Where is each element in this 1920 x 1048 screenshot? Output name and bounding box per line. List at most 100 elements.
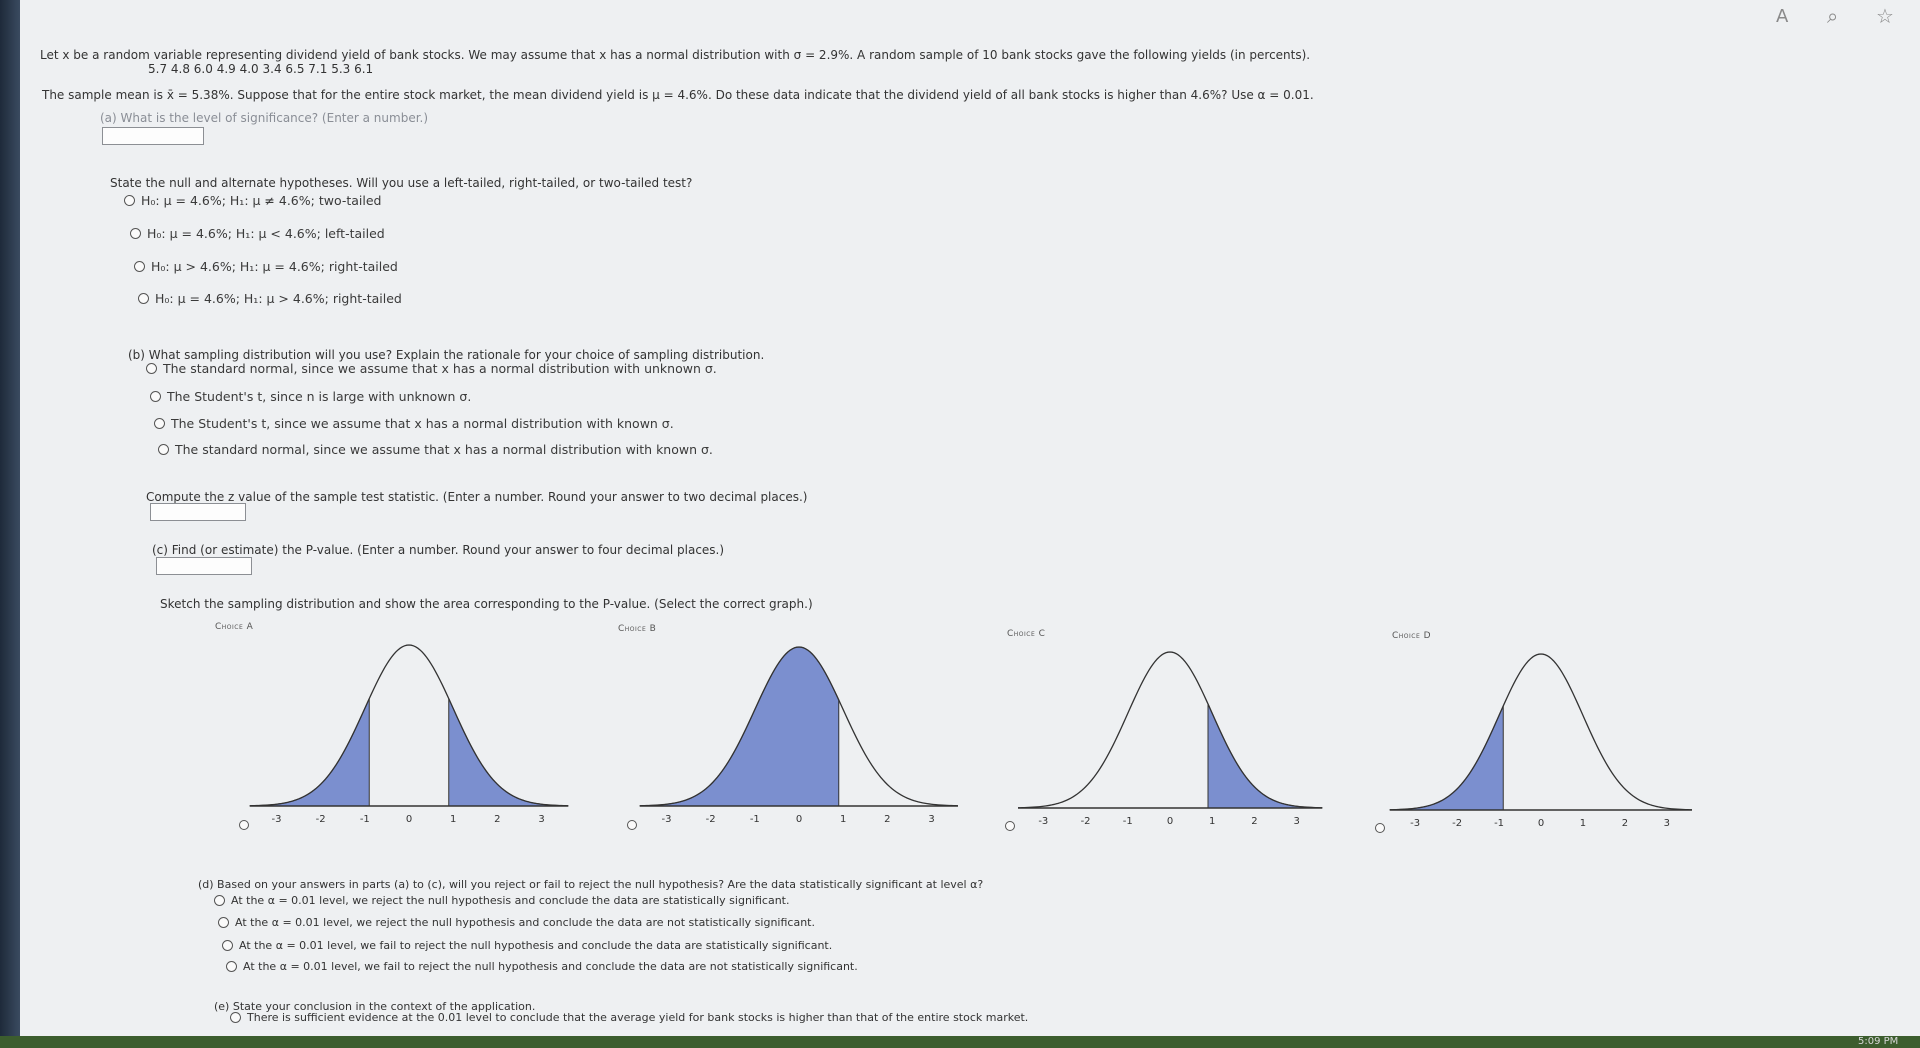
- tick-label-2-6: 3: [1293, 816, 1299, 827]
- radio-icon[interactable]: [134, 261, 145, 272]
- option-label: The Student's t, since n is large with u…: [167, 389, 472, 404]
- radio-icon[interactable]: [218, 916, 229, 928]
- significance-input[interactable]: [102, 127, 204, 145]
- conclusion-option-1[interactable]: At the α = 0.01 level, we reject the nul…: [214, 894, 789, 907]
- hypothesis-option-4[interactable]: H₀: μ = 4.6%; H₁: μ > 4.6%; right-tailed: [138, 291, 402, 306]
- part-c-question: (c) Find (or estimate) the P-value. (Ent…: [152, 543, 725, 557]
- clock: 5:09 PM: [1858, 1036, 1899, 1047]
- shaded-area-1-0: [639, 646, 840, 807]
- tick-label-2-4: 1: [1209, 816, 1215, 827]
- choice-b-label: Choice B: [618, 624, 657, 634]
- tick-label-1-2: -1: [750, 814, 760, 825]
- radio-icon[interactable]: [146, 363, 157, 374]
- normal-curve-3: [1389, 653, 1693, 811]
- shaded-area-3-0: [1389, 705, 1504, 811]
- tick-label-2-0: -3: [1038, 816, 1048, 827]
- tick-label-3-4: 1: [1580, 818, 1586, 829]
- tick-label-0-3: 0: [406, 814, 412, 825]
- radio-icon[interactable]: [230, 1011, 241, 1023]
- graph-radio-2: [1005, 821, 1015, 831]
- graph-radio-0: [239, 820, 249, 830]
- tick-label-2-3: 0: [1167, 816, 1173, 827]
- conclusion-option-3[interactable]: At the α = 0.01 level, we fail to reject…: [222, 939, 832, 952]
- z-value-input[interactable]: [150, 503, 246, 521]
- part-b-question: (b) What sampling distribution will you …: [128, 348, 765, 362]
- tick-label-3-1: -2: [1452, 818, 1462, 829]
- tick-label-1-1: -2: [706, 814, 716, 825]
- radio-icon[interactable]: [214, 894, 225, 906]
- data-values: 5.7 4.8 6.0 4.9 4.0 3.4 6.5 7.1 5.3 6.1: [148, 62, 374, 76]
- tick-label-3-6: 3: [1664, 818, 1670, 829]
- normal-curve-0: [249, 644, 569, 807]
- context-option-1[interactable]: There is sufficient evidence at the 0.01…: [230, 1011, 1028, 1024]
- tick-label-0-5: 2: [494, 814, 500, 825]
- conclusion-option-4[interactable]: At the α = 0.01 level, we fail to reject…: [226, 960, 858, 973]
- radio-icon[interactable]: [158, 444, 169, 455]
- tick-label-3-0: -3: [1410, 818, 1420, 829]
- tick-label-1-6: 3: [928, 814, 934, 825]
- tick-label-2-2: -1: [1123, 816, 1133, 827]
- favorite-icon[interactable]: ☆: [1876, 4, 1894, 28]
- option-label: H₀: μ = 4.6%; H₁: μ ≠ 4.6%; two-tailed: [141, 193, 382, 208]
- radio-icon[interactable]: [154, 418, 165, 429]
- distribution-option-1[interactable]: The standard normal, since we assume tha…: [146, 361, 717, 376]
- tick-label-1-5: 2: [884, 814, 890, 825]
- shaded-area-0-0: [249, 698, 370, 807]
- tick-label-1-4: 1: [840, 814, 846, 825]
- option-label: The standard normal, since we assume tha…: [175, 442, 713, 457]
- graph-radio-3: [1375, 823, 1385, 833]
- option-label: H₀: μ = 4.6%; H₁: μ > 4.6%; right-tailed: [155, 291, 402, 306]
- choice-c-label: Choice C: [1007, 629, 1046, 639]
- z-value-prompt: Compute the z value of the sample test s…: [146, 490, 808, 504]
- distribution-option-2[interactable]: The Student's t, since n is large with u…: [150, 389, 471, 404]
- left-edge: [0, 0, 20, 1048]
- taskbar: [0, 1036, 1920, 1048]
- radio-icon[interactable]: [222, 939, 233, 951]
- radio-icon[interactable]: [138, 293, 149, 304]
- tick-label-2-1: -2: [1081, 816, 1091, 827]
- conclusion-option-2[interactable]: At the α = 0.01 level, we reject the nul…: [218, 916, 815, 929]
- option-label: The standard normal, since we assume tha…: [163, 361, 717, 376]
- option-label: At the α = 0.01 level, we fail to reject…: [239, 939, 833, 952]
- choice-a-label: Choice A: [215, 622, 254, 632]
- part-d-question: (d) Based on your answers in parts (a) t…: [198, 878, 984, 891]
- p-value-input[interactable]: [156, 557, 252, 575]
- tick-label-3-5: 2: [1622, 818, 1628, 829]
- radio-icon[interactable]: [124, 195, 135, 206]
- option-label: There is sufficient evidence at the 0.01…: [247, 1011, 1029, 1024]
- option-label: H₀: μ > 4.6%; H₁: μ = 4.6%; right-tailed: [151, 259, 398, 274]
- choice-d-label: Choice D: [1392, 631, 1432, 641]
- distribution-option-3[interactable]: The Student's t, since we assume that x …: [154, 416, 674, 431]
- tick-label-1-0: -3: [662, 814, 672, 825]
- option-label: H₀: μ = 4.6%; H₁: μ < 4.6%; left-tailed: [147, 226, 385, 241]
- graph-radio-1: [627, 820, 637, 830]
- option-label: At the α = 0.01 level, we fail to reject…: [243, 960, 858, 973]
- option-label: At the α = 0.01 level, we reject the nul…: [235, 916, 815, 929]
- sketch-prompt: Sketch the sampling distribution and sho…: [160, 597, 813, 611]
- part-a-question: (a) What is the level of significance? (…: [100, 111, 429, 125]
- option-label: The Student's t, since we assume that x …: [171, 416, 674, 431]
- tick-label-1-3: 0: [796, 814, 802, 825]
- intro-line-2: The sample mean is x̄ = 5.38%. Suppose t…: [42, 88, 1314, 102]
- radio-icon[interactable]: [226, 960, 237, 972]
- zoom-icon[interactable]: ⌕: [1827, 4, 1838, 28]
- normal-curve-2: [1017, 651, 1323, 809]
- tick-label-3-2: -1: [1494, 818, 1504, 829]
- shaded-area-2-0: [1207, 703, 1323, 809]
- tick-label-0-6: 3: [538, 814, 544, 825]
- distribution-option-4[interactable]: The standard normal, since we assume tha…: [158, 442, 713, 457]
- tick-label-0-0: -3: [272, 814, 282, 825]
- normal-curve-1: [639, 646, 959, 807]
- page: A ⌕ ☆ Let x be a random variable represe…: [0, 0, 1920, 1048]
- hypothesis-option-3[interactable]: H₀: μ > 4.6%; H₁: μ = 4.6%; right-tailed: [134, 259, 398, 274]
- tick-label-2-5: 2: [1251, 816, 1257, 827]
- tick-label-0-4: 1: [450, 814, 456, 825]
- tick-label-0-2: -1: [360, 814, 370, 825]
- shaded-area-0-1: [448, 698, 569, 807]
- hypothesis-option-1[interactable]: H₀: μ = 4.6%; H₁: μ ≠ 4.6%; two-tailed: [124, 193, 381, 208]
- radio-icon[interactable]: [150, 391, 161, 402]
- intro-line-1: Let x be a random variable representing …: [40, 48, 1311, 62]
- hypothesis-option-2[interactable]: H₀: μ = 4.6%; H₁: μ < 4.6%; left-tailed: [130, 226, 385, 241]
- read-aloud-icon[interactable]: A: [1776, 6, 1788, 27]
- radio-icon[interactable]: [130, 228, 141, 239]
